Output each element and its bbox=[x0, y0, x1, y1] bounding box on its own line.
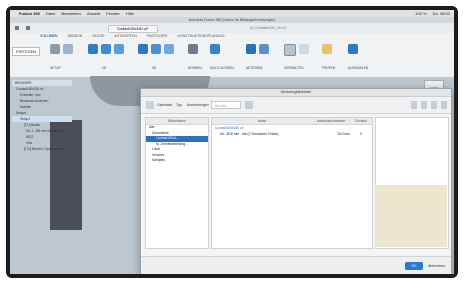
tool-flutes: 0 bbox=[360, 132, 362, 136]
2d-adaptive-icon[interactable] bbox=[88, 44, 98, 54]
menu-app[interactable]: Fusion 360 bbox=[19, 11, 40, 16]
new-setup-icon[interactable] bbox=[63, 44, 73, 54]
group-verwalten-label: VERWALTEN bbox=[284, 66, 304, 70]
dialog-toolbar: Operation Typ Anmerkungen Suchen bbox=[141, 97, 451, 114]
col-name[interactable]: Name bbox=[212, 118, 312, 124]
drill-icon[interactable] bbox=[188, 44, 198, 54]
ribbon: VOLUMEN ÄNDERN SKIZZE ANTWORTEN PASTICOP… bbox=[10, 33, 454, 78]
tab-volumen[interactable]: VOLUMEN bbox=[40, 34, 58, 38]
tool-list-pane: Name Arbeitsdurchmesser Schneid Contact1… bbox=[211, 117, 373, 249]
filter-icon[interactable] bbox=[245, 101, 253, 109]
menu-fenster[interactable]: Fenster bbox=[106, 11, 120, 16]
library-header: Bibliotheken bbox=[146, 118, 208, 125]
2d-pocket-icon[interactable] bbox=[101, 44, 111, 54]
edit-tool-icon[interactable] bbox=[431, 101, 437, 109]
template-icon[interactable] bbox=[299, 44, 309, 54]
battery-text: 100 % bbox=[415, 11, 427, 16]
tab-skizze[interactable]: SKIZZE bbox=[92, 34, 104, 38]
dialog-footer: OK Abbrechen bbox=[141, 256, 451, 274]
menu-datei[interactable]: Datei bbox=[46, 11, 55, 16]
group-pruefen-label: PRÜFEN bbox=[322, 66, 336, 70]
library-tree-pane: Bibliotheken Alle Dokumente Contact150x1… bbox=[145, 117, 209, 249]
tool-preview bbox=[375, 185, 447, 247]
add-tool-icon[interactable] bbox=[411, 101, 417, 109]
menu-ansicht[interactable]: Ansicht bbox=[87, 11, 100, 16]
post-process-icon[interactable] bbox=[259, 44, 269, 54]
col-diameter[interactable]: Arbeitsdurchmesser bbox=[312, 118, 350, 124]
tool-library-dialog: Werkzeugbibliothek Operation Typ Anmerku… bbox=[140, 88, 452, 274]
cancel-button[interactable]: Abbrechen bbox=[428, 262, 445, 270]
group-aktionen-label: AKTIONEN bbox=[246, 66, 263, 70]
clock-text: Do. 08:02 bbox=[432, 11, 450, 16]
tab-aendern[interactable]: ÄNDERN bbox=[67, 34, 82, 38]
setup-icon[interactable] bbox=[50, 44, 60, 54]
tool-library-icon[interactable] bbox=[284, 44, 296, 56]
tab-antworten[interactable]: ANTWORTEN bbox=[114, 34, 137, 38]
tab-konstruktion[interactable]: KONSTRUKTIONSPLANUNG bbox=[178, 34, 225, 38]
2d-contour-icon[interactable] bbox=[114, 44, 124, 54]
measure-icon[interactable] bbox=[322, 44, 332, 54]
copy-tool-icon[interactable] bbox=[421, 101, 427, 109]
document-path: DI_Kontakte150_00 v9 bbox=[250, 26, 286, 30]
simulate-icon[interactable] bbox=[246, 44, 256, 54]
group-bohren-label: BOHREN bbox=[188, 66, 202, 70]
group-2d-label: 2D bbox=[102, 66, 107, 70]
select-icon[interactable] bbox=[348, 44, 358, 54]
ok-button[interactable]: OK bbox=[405, 262, 423, 270]
save-icon[interactable] bbox=[26, 26, 30, 30]
col-flutes[interactable]: Schneid bbox=[350, 118, 372, 124]
notes-filter[interactable]: Anmerkungen bbox=[187, 101, 209, 109]
3d-parallel-icon[interactable] bbox=[164, 44, 174, 54]
menu-hilfe[interactable]: Hilfe bbox=[126, 11, 134, 16]
mac-menu-bar: Fusion 360 Datei Bearbeiten Ansicht Fens… bbox=[10, 10, 454, 17]
3d-pocket-icon[interactable] bbox=[151, 44, 161, 54]
workspace-switcher[interactable]: FERTIGEN bbox=[12, 47, 41, 56]
browser-panel: BROWSER Contact150x150 v4 Einheiten: mm … bbox=[12, 80, 72, 152]
browser-item[interactable]: [T10] Bohren | Spanbrechen bbox=[12, 146, 72, 152]
multiaxis-icon[interactable] bbox=[210, 44, 220, 54]
group-setup-label: SETUP bbox=[50, 66, 61, 70]
3d-adaptive-icon[interactable] bbox=[138, 44, 148, 54]
dialog-title: Werkzeugbibliothek bbox=[141, 89, 451, 97]
tool-name: #5 - Ø18 mm - flat (2 Schneiden-Fräser) bbox=[220, 132, 279, 136]
tree-item-samples[interactable]: Samples bbox=[146, 158, 208, 164]
fusion-360-window: Fusion 360 Datei Bearbeiten Ansicht Fens… bbox=[10, 10, 454, 274]
group-multiachsen-label: MULTI-ACHSEN bbox=[210, 66, 234, 70]
tab-pasticopie[interactable]: PASTICOPIE bbox=[147, 34, 168, 38]
menu-bearbeiten[interactable]: Bearbeiten bbox=[62, 11, 81, 16]
tool-diameter: 18.0 mm bbox=[337, 132, 350, 136]
document-tab[interactable]: Contact150x150 v4* bbox=[108, 25, 158, 33]
group-3d-label: 3D bbox=[152, 66, 157, 70]
table-row[interactable]: #5 - Ø18 mm - flat (2 Schneiden-Fräser) … bbox=[212, 131, 372, 137]
search-input[interactable]: Suchen bbox=[211, 101, 241, 109]
delete-tool-icon[interactable] bbox=[441, 101, 447, 109]
monitor-bezel: Fusion 360 Datei Bearbeiten Ansicht Fens… bbox=[6, 6, 458, 278]
group-auswaehlen-label: AUSWÄHLEN bbox=[348, 66, 369, 70]
ribbon-tabs: VOLUMEN ÄNDERN SKIZZE ANTWORTEN PASTICOP… bbox=[40, 34, 234, 38]
operation-filter[interactable]: Operation bbox=[157, 101, 172, 109]
status-area: 100 % Do. 08:02 bbox=[410, 10, 450, 17]
type-filter[interactable]: Typ bbox=[176, 101, 182, 109]
library-icon[interactable] bbox=[146, 101, 154, 109]
tool-list-header: Name Arbeitsdurchmesser Schneid bbox=[212, 118, 372, 125]
grid-icon[interactable] bbox=[15, 26, 19, 30]
